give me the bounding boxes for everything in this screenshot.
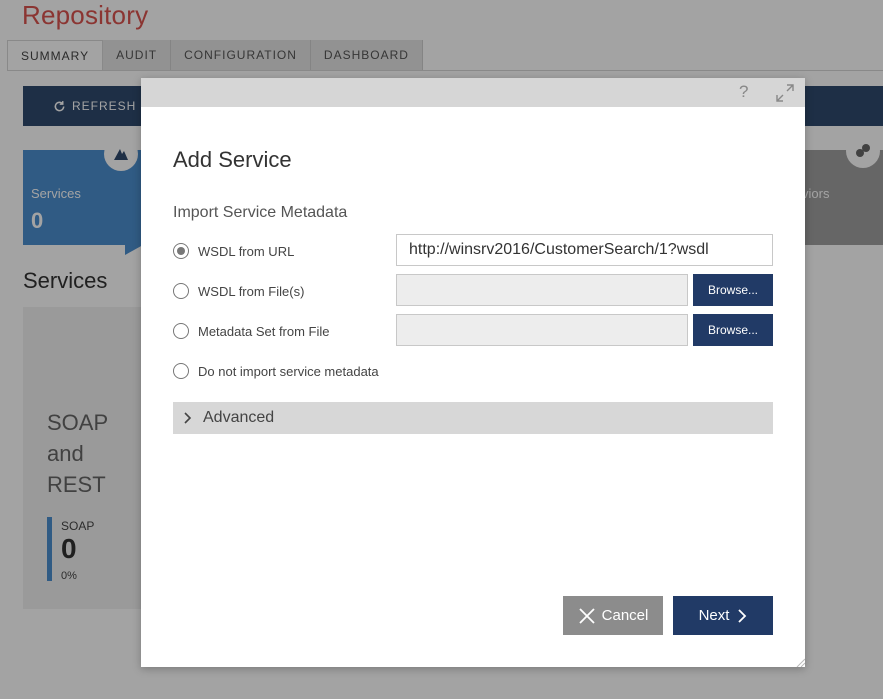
close-icon — [579, 607, 595, 624]
wsdl-file-input[interactable] — [396, 274, 688, 306]
cancel-label: Cancel — [601, 607, 649, 624]
radio-no-import[interactable] — [173, 363, 189, 379]
help-icon[interactable]: ? — [739, 82, 748, 102]
add-service-dialog: ? Add Service Import Service Metadata WS… — [141, 78, 805, 667]
option-wsdl-files[interactable]: WSDL from File(s) — [173, 281, 304, 301]
dialog-title-bar: ? — [141, 78, 805, 107]
import-metadata-heading: Import Service Metadata — [173, 204, 348, 221]
advanced-label: Advanced — [203, 409, 275, 426]
radio-wsdl-url[interactable] — [173, 243, 189, 259]
browse-wsdl-button[interactable]: Browse... — [693, 274, 773, 306]
option-metadata-set-label: Metadata Set from File — [198, 323, 330, 339]
radio-metadata-set[interactable] — [173, 323, 189, 339]
option-wsdl-url[interactable]: WSDL from URL — [173, 241, 294, 261]
chevron-right-icon — [184, 412, 192, 424]
advanced-section-toggle[interactable]: Advanced — [173, 402, 773, 434]
option-no-import-label: Do not import service metadata — [198, 363, 379, 379]
dialog-title: Add Service — [173, 147, 292, 172]
next-label: Next — [698, 607, 730, 624]
option-wsdl-files-label: WSDL from File(s) — [198, 283, 305, 299]
expand-icon[interactable] — [775, 83, 795, 103]
wsdl-url-input[interactable] — [396, 234, 773, 266]
browse-metadata-button[interactable]: Browse... — [693, 314, 773, 346]
radio-wsdl-files[interactable] — [173, 283, 189, 299]
resize-grip-icon[interactable] — [795, 657, 805, 667]
next-button[interactable]: Next — [673, 596, 773, 635]
option-metadata-set[interactable]: Metadata Set from File — [173, 321, 330, 341]
metadata-file-input[interactable] — [396, 314, 688, 346]
chevron-right-icon — [738, 608, 747, 623]
cancel-button[interactable]: Cancel — [563, 596, 663, 635]
option-no-import[interactable]: Do not import service metadata — [173, 361, 379, 381]
option-wsdl-url-label: WSDL from URL — [198, 243, 295, 259]
